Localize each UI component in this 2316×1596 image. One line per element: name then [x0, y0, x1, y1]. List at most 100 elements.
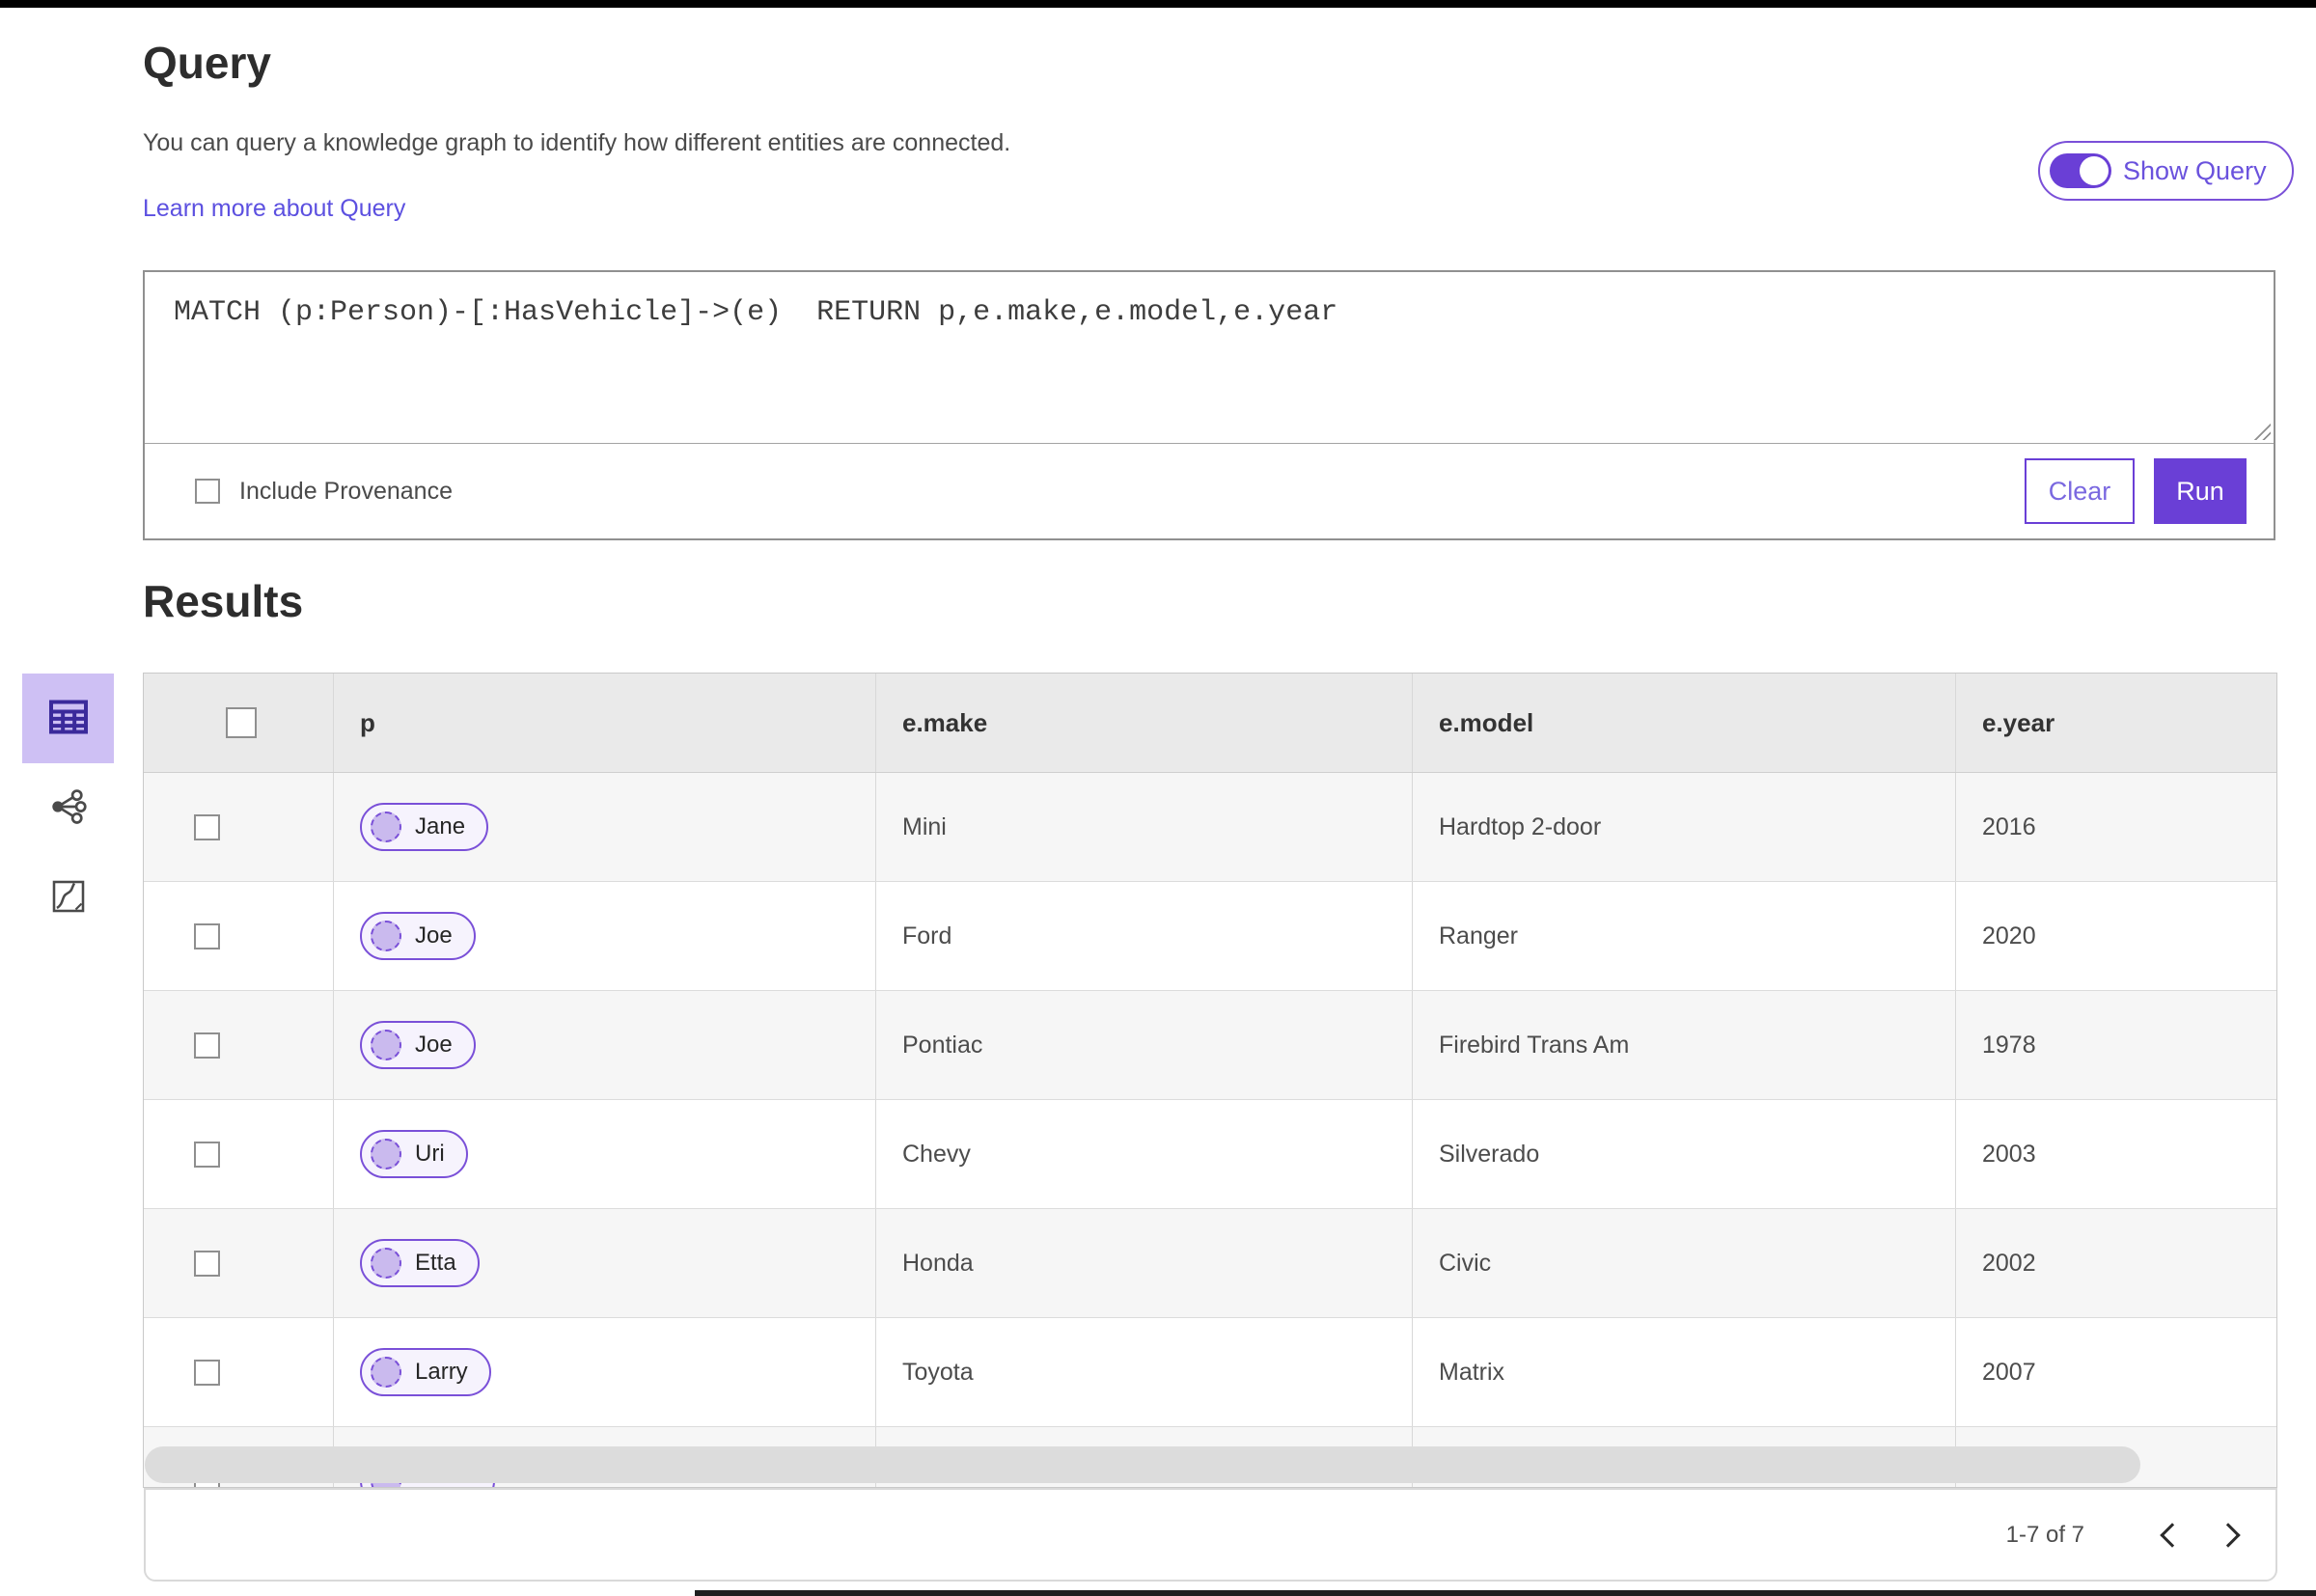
results-title: Results	[143, 576, 304, 626]
next-page-button[interactable]	[2200, 1504, 2262, 1566]
row-cell-p: Joe	[333, 882, 875, 990]
entity-pill-label: Larry	[415, 1359, 468, 1385]
row-cell-select	[144, 773, 333, 881]
include-provenance-checkbox[interactable]	[195, 479, 220, 504]
entity-node-icon	[371, 921, 401, 951]
toggle-knob	[2080, 156, 2109, 185]
table-row: Joe Ford Ranger 2020	[144, 882, 2276, 991]
run-button[interactable]: Run	[2154, 458, 2247, 524]
header-cell-select	[144, 674, 333, 772]
entity-pill[interactable]: Etta	[360, 1239, 480, 1287]
row-cell-year: 2016	[1955, 773, 2276, 881]
row-cell-year: 2020	[1955, 882, 2276, 990]
header-cell-make: e.make	[875, 674, 1412, 772]
row-cell-year: 2007	[1955, 1318, 2276, 1426]
row-cell-model: Ranger	[1412, 882, 1955, 990]
table-body: Jane Mini Hardtop 2-door 2016 Joe Ford R…	[144, 773, 2276, 1487]
row-cell-select	[144, 1100, 333, 1208]
window-border-bottom	[695, 1590, 2316, 1596]
clear-button[interactable]: Clear	[2025, 458, 2135, 524]
header-cell-model: e.model	[1412, 674, 1955, 772]
row-cell-select	[144, 991, 333, 1099]
row-cell-model: Matrix	[1412, 1318, 1955, 1426]
row-checkbox[interactable]	[194, 1141, 220, 1168]
toggle-switch-icon[interactable]	[2050, 153, 2111, 188]
entity-pill[interactable]: Joe	[360, 1021, 476, 1069]
row-cell-model: Civic	[1412, 1209, 1955, 1317]
row-cell-p: Jane	[333, 773, 875, 881]
row-cell-p: Etta	[333, 1209, 875, 1317]
row-cell-model: Silverado	[1412, 1100, 1955, 1208]
row-cell-make: Pontiac	[875, 991, 1412, 1099]
entity-node-icon	[371, 1357, 401, 1388]
entity-pill-label: Joe	[415, 1032, 453, 1058]
header-cell-p: p	[333, 674, 875, 772]
results-view-switcher	[22, 674, 114, 943]
show-query-toggle[interactable]: Show Query	[2038, 141, 2294, 201]
entity-pill-label: Etta	[415, 1250, 456, 1276]
table-row: Larry Toyota Matrix 2007	[144, 1318, 2276, 1427]
query-textarea[interactable]: MATCH (p:Person)-[:HasVehicle]->(e) RETU…	[145, 272, 2274, 354]
entity-node-icon	[371, 1248, 401, 1279]
row-cell-p: Joe	[333, 991, 875, 1099]
entity-pill-label: Uri	[415, 1141, 445, 1167]
entity-pill[interactable]: Larry	[360, 1348, 491, 1396]
table-row: Jane Mini Hardtop 2-door 2016	[144, 773, 2276, 882]
learn-more-link[interactable]: Learn more about Query	[143, 195, 405, 223]
include-provenance-label: Include Provenance	[239, 477, 453, 505]
row-cell-make: Mini	[875, 773, 1412, 881]
row-cell-p: Uri	[333, 1100, 875, 1208]
entity-pill[interactable]: Joe	[360, 912, 476, 960]
query-textarea-container: MATCH (p:Person)-[:HasVehicle]->(e) RETU…	[145, 272, 2274, 444]
pagination-bar: 1-7 of 7	[144, 1488, 2277, 1582]
row-cell-model: Firebird Trans Am	[1412, 991, 1955, 1099]
row-cell-year: 1978	[1955, 991, 2276, 1099]
row-checkbox[interactable]	[194, 1250, 220, 1277]
horizontal-scrollbar-thumb[interactable]	[145, 1446, 2140, 1483]
row-cell-select	[144, 882, 333, 990]
row-cell-model: Hardtop 2-door	[1412, 773, 1955, 881]
query-description: You can query a knowledge graph to ident…	[143, 129, 1011, 156]
row-cell-p: Larry	[333, 1318, 875, 1426]
page-title: Query	[143, 38, 271, 88]
row-cell-make: Ford	[875, 882, 1412, 990]
chevron-left-icon	[2160, 1522, 2185, 1548]
table-view-button[interactable]	[22, 674, 114, 763]
link-chart-view-button[interactable]	[22, 763, 114, 853]
table-row: Etta Honda Civic 2002	[144, 1209, 2276, 1318]
select-all-checkbox[interactable]	[226, 707, 257, 738]
query-actions-bar: Include Provenance Clear Run	[145, 444, 2274, 538]
map-view-button[interactable]	[22, 853, 114, 943]
entity-pill[interactable]: Jane	[360, 803, 489, 851]
include-provenance-option[interactable]: Include Provenance	[195, 478, 453, 506]
resize-handle-icon[interactable]	[2251, 421, 2271, 440]
row-checkbox[interactable]	[194, 1359, 220, 1386]
pagination-range: 1-7 of 7	[2005, 1521, 2084, 1548]
entity-pill-label: Jane	[415, 813, 466, 839]
entity-node-icon	[371, 812, 401, 842]
row-checkbox[interactable]	[194, 1032, 220, 1059]
row-cell-select	[144, 1318, 333, 1426]
entity-pill[interactable]: Uri	[360, 1130, 468, 1178]
row-checkbox[interactable]	[194, 922, 220, 949]
row-cell-year: 2003	[1955, 1100, 2276, 1208]
entity-pill-label: Joe	[415, 922, 453, 949]
entity-node-icon	[371, 1030, 401, 1060]
window-border-top	[0, 0, 2316, 8]
table-header-row: p e.make e.model e.year	[144, 674, 2276, 773]
results-table: p e.make e.model e.year Jane Mini Hardto…	[143, 673, 2277, 1488]
row-cell-select	[144, 1209, 333, 1317]
row-cell-make: Toyota	[875, 1318, 1412, 1426]
table-row: Uri Chevy Silverado 2003	[144, 1100, 2276, 1209]
row-cell-make: Honda	[875, 1209, 1412, 1317]
entity-node-icon	[371, 1139, 401, 1169]
header-cell-year: e.year	[1955, 674, 2276, 772]
row-cell-year: 2002	[1955, 1209, 2276, 1317]
query-buttons: Clear Run	[2025, 458, 2247, 524]
map-view-icon	[51, 879, 86, 917]
row-checkbox[interactable]	[194, 813, 220, 840]
table-view-icon	[48, 700, 88, 737]
prev-page-button[interactable]	[2138, 1504, 2200, 1566]
link-chart-view-icon	[50, 788, 87, 828]
chevron-right-icon	[2216, 1522, 2241, 1548]
